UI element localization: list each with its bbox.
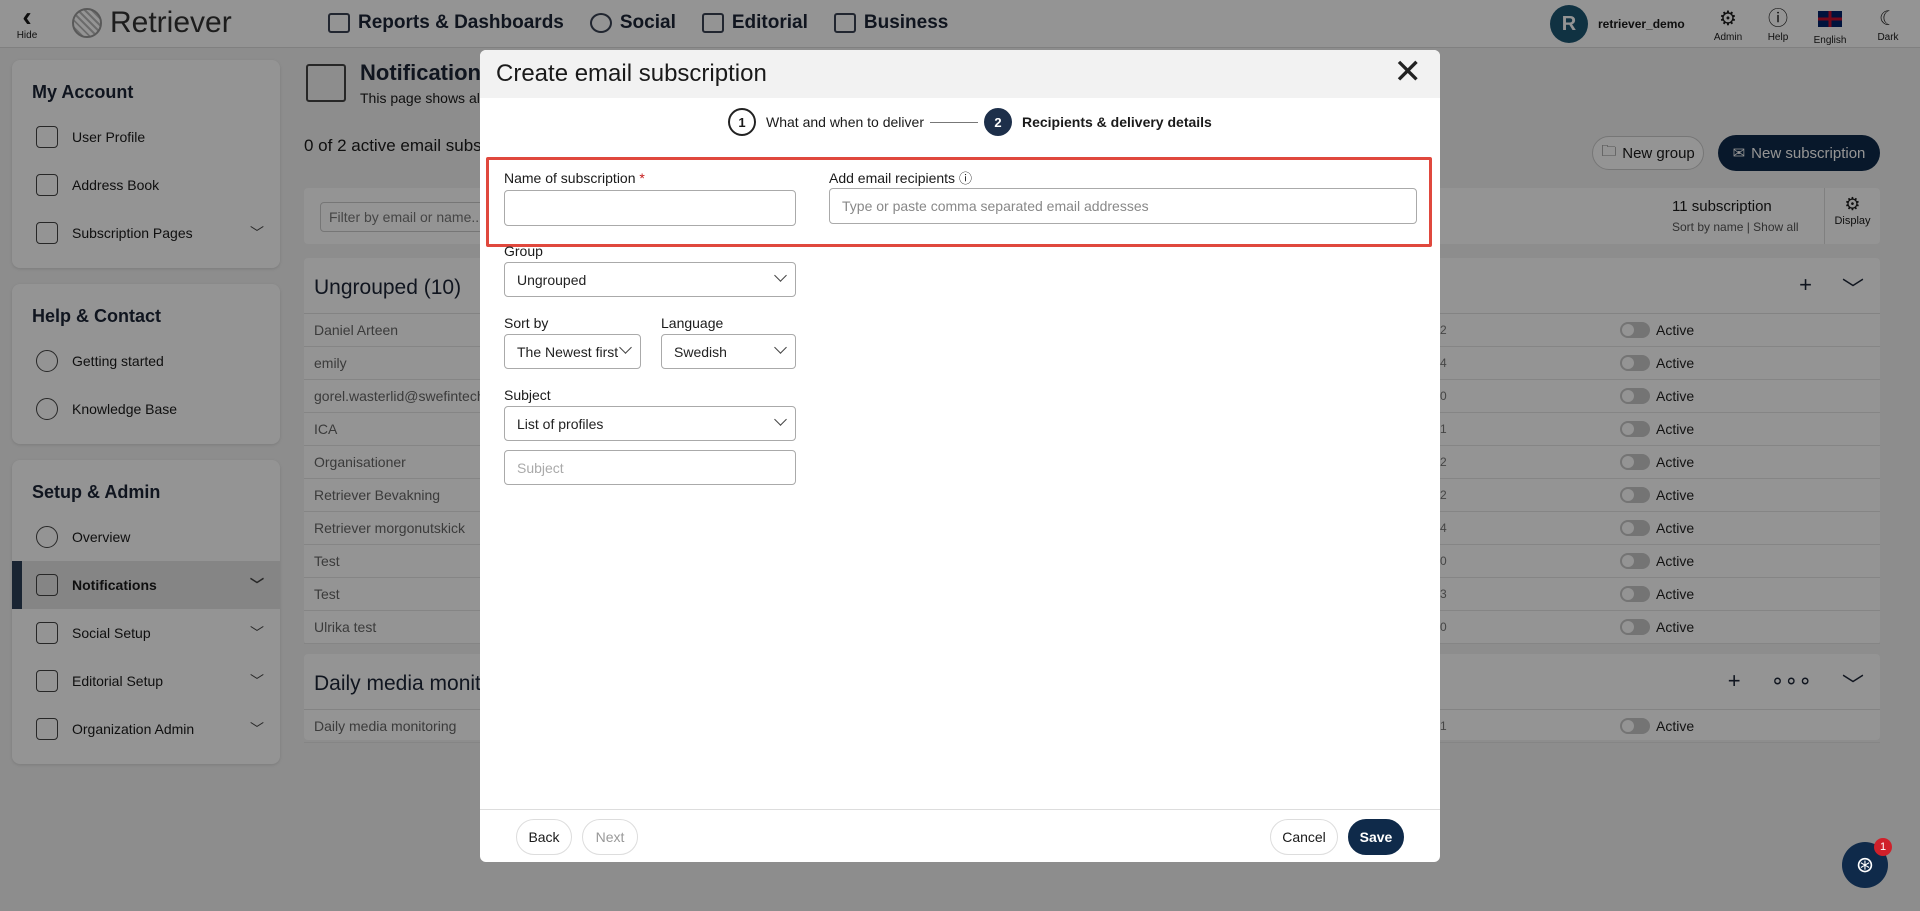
dialog-footer: Back Next Cancel Save bbox=[480, 809, 1440, 862]
subject-select[interactable]: List of profiles bbox=[504, 406, 796, 441]
dialog-header: Create email subscription ✕ bbox=[480, 50, 1440, 98]
step-2-label: Recipients & delivery details bbox=[1021, 114, 1212, 130]
back-button[interactable]: Back bbox=[516, 819, 572, 855]
chevron-down-icon bbox=[619, 341, 632, 354]
save-button[interactable]: Save bbox=[1348, 819, 1404, 855]
next-button[interactable]: Next bbox=[582, 819, 638, 855]
add-email-recipients-label: Add email recipients ⓘ bbox=[829, 168, 972, 187]
subject-value: List of profiles bbox=[517, 415, 604, 432]
group-select[interactable]: Ungrouped bbox=[504, 262, 796, 297]
create-email-subscription-dialog: Create email subscription ✕ 1 What and w… bbox=[480, 50, 1440, 862]
language-select[interactable]: Swedish bbox=[661, 334, 796, 369]
name-label-text: Name of subscription bbox=[504, 170, 636, 186]
step-connector bbox=[929, 121, 978, 123]
stepper: 1 What and when to deliver 2 Recipients … bbox=[728, 108, 1212, 136]
subscription-name-input[interactable] bbox=[504, 190, 796, 226]
dialog-title: Create email subscription bbox=[496, 60, 767, 87]
info-icon[interactable]: ⓘ bbox=[959, 171, 972, 186]
step-1-circle[interactable]: 1 bbox=[728, 108, 756, 136]
name-of-subscription-label: Name of subscription * bbox=[504, 170, 645, 186]
chevron-down-icon bbox=[774, 341, 787, 354]
recipients-label-text: Add email recipients bbox=[829, 170, 956, 186]
step-1-label[interactable]: What and when to deliver bbox=[766, 114, 924, 130]
cancel-button[interactable]: Cancel bbox=[1270, 819, 1338, 855]
chevron-down-icon bbox=[774, 413, 787, 426]
sort-value: The Newest first bbox=[517, 343, 619, 360]
notification-badge: 1 bbox=[1874, 838, 1892, 856]
lifebuoy-icon: ⊛ bbox=[1855, 852, 1875, 877]
group-label: Group bbox=[504, 243, 543, 259]
sort-by-select[interactable]: The Newest first bbox=[504, 334, 641, 369]
language-value: Swedish bbox=[674, 343, 727, 360]
subject-input[interactable]: Subject bbox=[504, 450, 796, 485]
sort-by-label: Sort by bbox=[504, 315, 549, 331]
chevron-down-icon bbox=[774, 269, 787, 282]
required-mark: * bbox=[639, 170, 645, 186]
language-label: Language bbox=[661, 315, 724, 331]
subject-label: Subject bbox=[504, 387, 551, 403]
close-icon[interactable]: ✕ bbox=[1394, 54, 1423, 90]
step-2-circle: 2 bbox=[983, 108, 1012, 136]
email-recipients-input[interactable]: Type or paste comma separated email addr… bbox=[829, 188, 1417, 224]
group-value: Ungrouped bbox=[517, 271, 587, 288]
